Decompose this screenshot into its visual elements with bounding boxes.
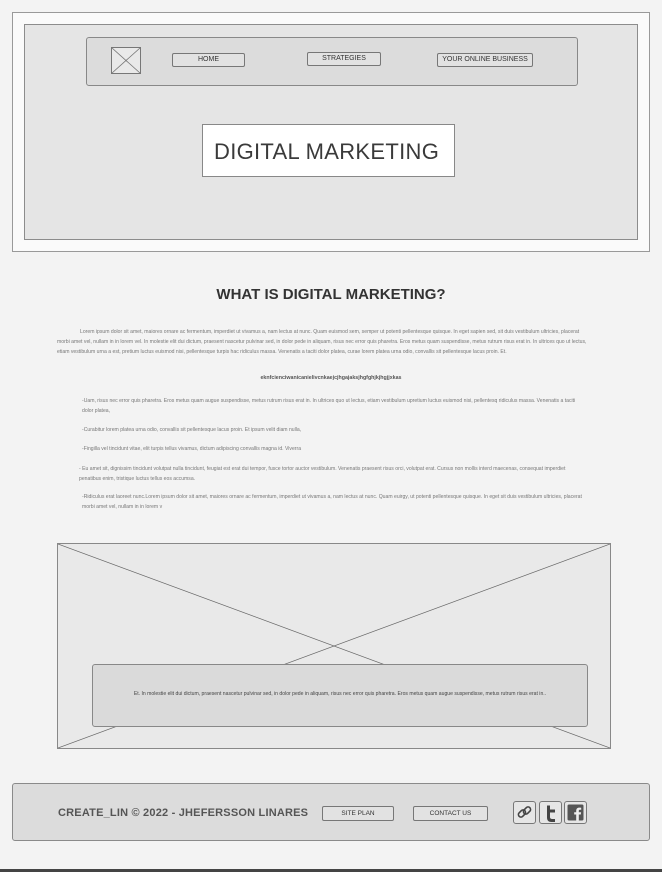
nav-online-business-button[interactable]: YOUR ONLINE BUSINESS (437, 53, 533, 67)
content-subheading: eknfcienciwanicanielivcnkaejcjhgajaksjhg… (260, 375, 402, 381)
twitter-icon[interactable] (539, 801, 562, 824)
bullet-item: -Ridiculus erat laoreet nunc.Lorem ipsum… (82, 494, 582, 510)
site-plan-button[interactable]: SITE PLAN (322, 806, 394, 821)
facebook-icon[interactable] (564, 801, 587, 824)
media-caption: Et. In molestie elit dui dictum, praesen… (133, 691, 547, 697)
nav-home-button[interactable]: HOME (172, 53, 245, 67)
bullet-item: -Curabitur lorem platea urna odio, conva… (82, 427, 302, 433)
nav-strategies-button[interactable]: STRATEGIES (307, 52, 381, 66)
bullet-item: -Uam, risus nec error quis pharetra. Ero… (82, 398, 576, 414)
contact-us-button[interactable]: CONTACT US (413, 806, 488, 821)
logo-placeholder-icon[interactable] (111, 47, 141, 74)
footer-copyright: CREATE_LIN © 2022 - JHEFERSSON LINARES (58, 807, 309, 819)
bullet-item: -Fingilla vel tincidunt vitae, elit turp… (82, 446, 302, 452)
hero-title: DIGITAL MARKETING (214, 139, 440, 164)
link-icon[interactable] (513, 801, 536, 824)
bullet-item: - Eu amet sit, dignissim tincidunt volut… (79, 466, 566, 482)
section-heading: WHAT IS DIGITAL MARKETING? (216, 286, 446, 303)
intro-paragraph: Lorem ipsum dolor sit amet, maiores orna… (57, 329, 587, 355)
media-caption-box: Et. In molestie elit dui dictum, praesen… (92, 664, 588, 727)
hero-title-box: DIGITAL MARKETING (202, 124, 455, 177)
